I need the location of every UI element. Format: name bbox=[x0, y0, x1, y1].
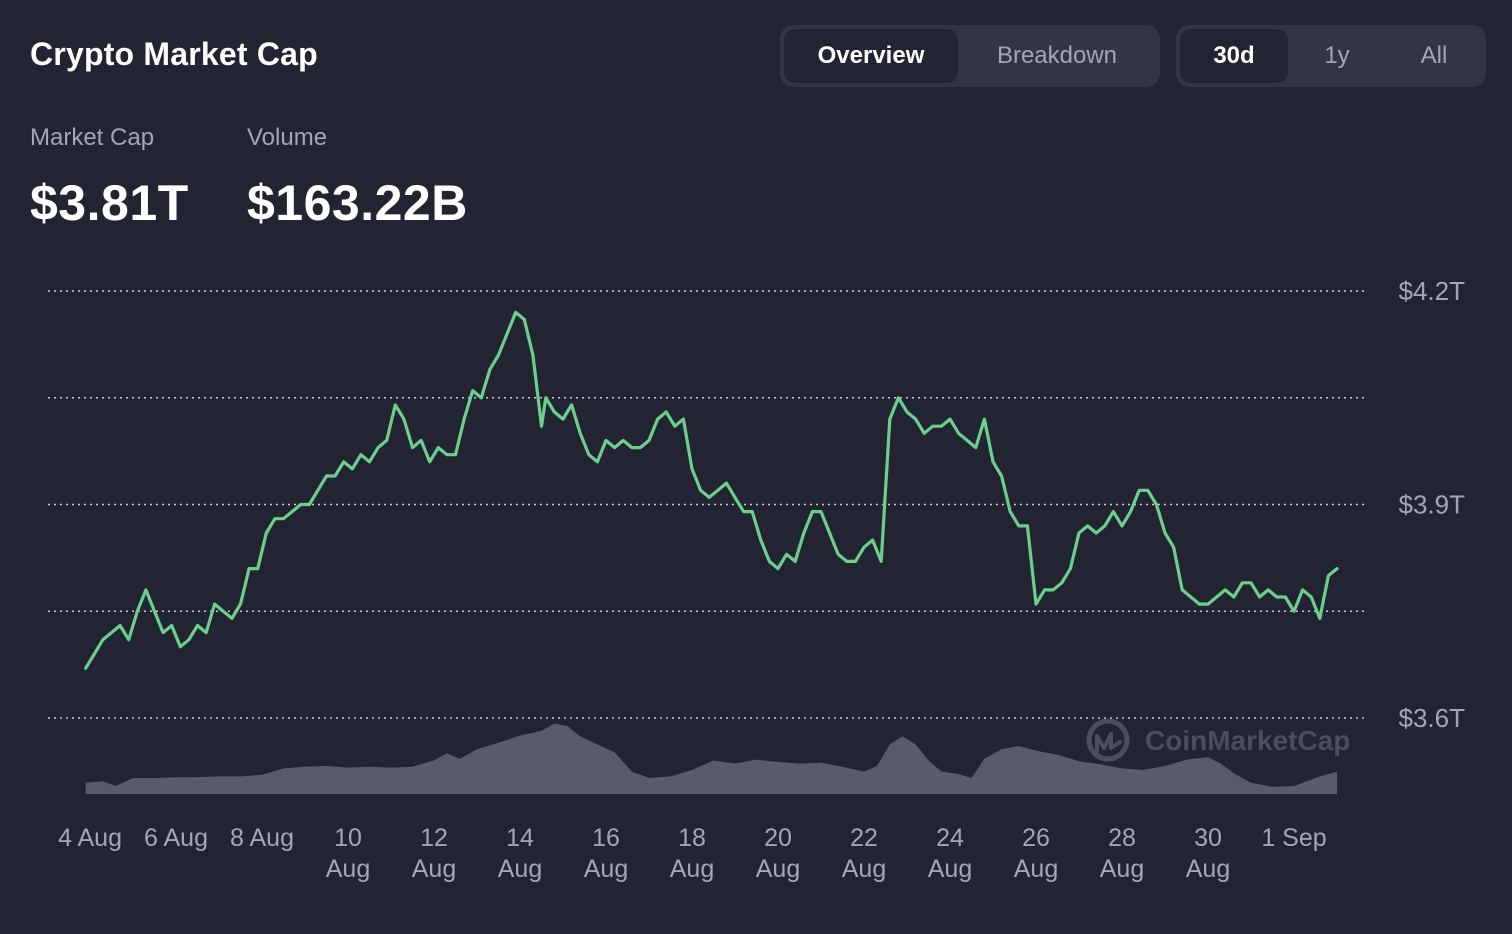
y-tick-label: $3.6T bbox=[1399, 703, 1466, 733]
x-tick-label: 8 Aug bbox=[230, 824, 294, 852]
x-tick-label: 30 Aug bbox=[1186, 824, 1230, 883]
x-tick-label: 4 Aug bbox=[58, 824, 122, 852]
x-tick-label: 28 Aug bbox=[1100, 824, 1144, 883]
x-axis-labels: 4 Aug 6 Aug 8 Aug 10 Aug 12 Aug 14 Aug 16 Aug 18 Aug… bbox=[58, 824, 1327, 883]
y-tick-label: $3.9T bbox=[1399, 490, 1466, 520]
coinmarketcap-logo-icon bbox=[1086, 718, 1130, 762]
watermark-text: CoinMarketCap bbox=[1145, 725, 1350, 756]
x-tick-label: 20 Aug bbox=[756, 824, 800, 883]
x-tick-label: 18 Aug bbox=[670, 824, 714, 883]
x-tick-label: 16 Aug bbox=[584, 824, 628, 883]
watermark: CoinMarketCap bbox=[1086, 718, 1350, 762]
x-tick-label: 14 Aug bbox=[498, 824, 542, 883]
chart-gridlines bbox=[48, 290, 1365, 719]
x-tick-label: 26 Aug bbox=[1014, 824, 1058, 883]
market-cap-line bbox=[84, 310, 1339, 670]
x-tick-label: 10 Aug bbox=[326, 824, 370, 883]
market-cap-line-group bbox=[84, 310, 1339, 670]
y-axis-labels: $4.2T $3.9T $3.6T bbox=[1399, 276, 1466, 733]
x-tick-label: 12 Aug bbox=[412, 824, 456, 883]
x-tick-label: 6 Aug bbox=[144, 824, 208, 852]
x-tick-label: 24 Aug bbox=[928, 824, 972, 883]
x-tick-label: 1 Sep bbox=[1261, 824, 1326, 852]
x-tick-label: 22 Aug bbox=[842, 824, 886, 883]
y-tick-label: $4.2T bbox=[1399, 276, 1466, 306]
market-cap-chart[interactable]: CoinMarketCap $4.2T $3.9T $3.6T 4 Aug 6 Aug… bbox=[0, 0, 1512, 934]
